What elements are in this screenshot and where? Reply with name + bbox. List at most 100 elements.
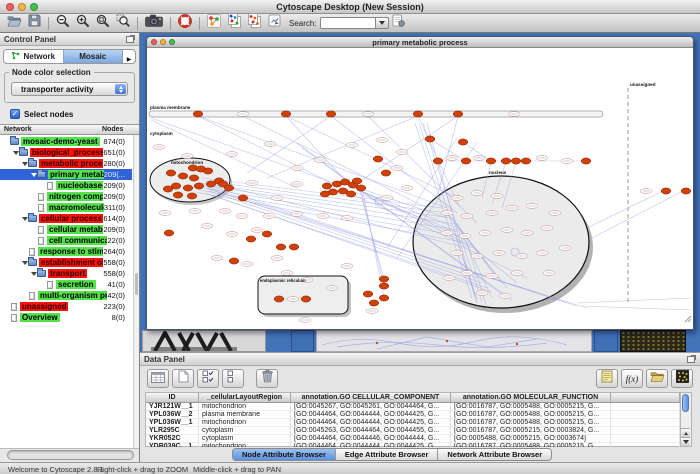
highlighted-gene-node[interactable] bbox=[183, 185, 193, 191]
tree-row[interactable]: mosaic-demo-yeast874(0) bbox=[0, 136, 132, 147]
highlighted-gene-node[interactable] bbox=[246, 236, 256, 242]
expand-triangle-icon[interactable] bbox=[21, 261, 28, 265]
highlighted-gene-node[interactable] bbox=[581, 158, 591, 164]
graph-edge[interactable] bbox=[592, 191, 683, 238]
scroll-up-button[interactable] bbox=[681, 428, 690, 437]
float-panel-icon[interactable] bbox=[126, 35, 135, 43]
expand-triangle-icon[interactable] bbox=[12, 151, 19, 155]
merge-union-button[interactable] bbox=[224, 15, 244, 32]
expand-triangle-icon[interactable] bbox=[30, 272, 37, 276]
column-header-nodes[interactable]: Nodes bbox=[102, 126, 139, 133]
merge-intersect-button[interactable] bbox=[244, 15, 264, 32]
tab-edge-attribute-browser[interactable]: Edge Attribute Browser bbox=[335, 449, 437, 460]
graph-edge[interactable] bbox=[587, 191, 663, 228]
background-window-overview[interactable] bbox=[142, 330, 266, 352]
highlighted-gene-node[interactable] bbox=[413, 111, 423, 117]
highlighted-gene-node[interactable] bbox=[453, 111, 463, 117]
highlighted-gene-node[interactable] bbox=[486, 158, 496, 164]
tree-row[interactable]: biological_process651(0) bbox=[0, 147, 132, 158]
highlighted-gene-node[interactable] bbox=[320, 191, 330, 197]
highlighted-gene-node[interactable] bbox=[681, 188, 691, 194]
highlighted-gene-node[interactable] bbox=[274, 296, 284, 302]
tab-node-attribute-browser[interactable]: Node Attribute Browser bbox=[233, 449, 335, 460]
highlighted-gene-node[interactable] bbox=[511, 158, 521, 164]
graph-edge[interactable] bbox=[368, 116, 477, 223]
highlighted-gene-node[interactable] bbox=[189, 175, 199, 181]
tree-row[interactable]: cellular metabo209(0) bbox=[0, 224, 132, 235]
scroll-down-button[interactable] bbox=[681, 437, 690, 446]
node-color-dropdown[interactable]: transporter activity bbox=[11, 82, 128, 96]
highlighted-gene-node[interactable] bbox=[194, 183, 204, 189]
network-window-titlebar[interactable]: primary metabolic process bbox=[147, 37, 693, 48]
highlighted-gene-node[interactable] bbox=[425, 136, 435, 142]
tree-row[interactable]: macromolecule311(0) bbox=[0, 202, 132, 213]
delete-attribute-button[interactable] bbox=[256, 369, 278, 388]
select-nodes-checkbox[interactable]: ✓ bbox=[10, 109, 20, 119]
search-configure-button[interactable] bbox=[389, 15, 409, 32]
network-report-button[interactable] bbox=[264, 15, 284, 32]
tree-row[interactable]: Overview8(0) bbox=[0, 312, 132, 323]
table-row[interactable]: YPL036W__2plasma membrane[GO:0044464, GO… bbox=[146, 411, 680, 419]
tree-row[interactable]: primary metabol209(... bbox=[0, 169, 132, 180]
zoom-selected-button[interactable] bbox=[113, 15, 133, 32]
tree-row[interactable]: secretion41(0) bbox=[0, 279, 132, 290]
highlighted-gene-node[interactable] bbox=[322, 183, 332, 189]
highlighted-gene-node[interactable] bbox=[458, 139, 468, 145]
tree-row[interactable]: unassigned223(0) bbox=[0, 301, 132, 312]
highlighted-gene-node[interactable] bbox=[206, 181, 216, 187]
highlighted-gene-node[interactable] bbox=[301, 296, 311, 302]
network-graph[interactable]: plasma membranecytoplasmmitochondrionnuc… bbox=[147, 48, 693, 329]
unselect-attributes-button[interactable] bbox=[222, 369, 244, 388]
highlighted-gene-node[interactable] bbox=[373, 156, 383, 162]
attribute-matrix-button[interactable] bbox=[671, 369, 693, 388]
zoom-out-button[interactable] bbox=[53, 15, 73, 32]
tree-row[interactable]: transport558(0) bbox=[0, 268, 132, 279]
tree-row[interactable]: nucleobase-209(0) bbox=[0, 180, 132, 191]
column-header[interactable]: annotation.GO MOLECULAR_FUNCTION bbox=[451, 393, 611, 403]
highlighted-gene-node[interactable] bbox=[369, 300, 379, 306]
search-input[interactable] bbox=[320, 17, 376, 29]
scrollbar-thumb[interactable] bbox=[135, 273, 138, 295]
highlighted-gene-node[interactable] bbox=[433, 158, 443, 164]
resize-grip-icon[interactable] bbox=[683, 310, 692, 328]
highlighted-gene-node[interactable] bbox=[229, 258, 239, 264]
highlighted-gene-node[interactable] bbox=[289, 244, 299, 250]
tree-row[interactable]: cell communicat22(0) bbox=[0, 235, 132, 246]
expand-triangle-icon[interactable] bbox=[30, 173, 37, 177]
highlighted-gene-node[interactable] bbox=[178, 173, 188, 179]
highlighted-gene-node[interactable] bbox=[281, 111, 291, 117]
float-panel-icon[interactable] bbox=[687, 355, 696, 363]
attribute-table-button[interactable] bbox=[147, 369, 169, 388]
tree-row[interactable]: multi-organism pro42(0) bbox=[0, 290, 132, 301]
help-button[interactable] bbox=[175, 15, 195, 32]
highlighted-gene-node[interactable] bbox=[661, 188, 671, 194]
table-row[interactable]: YPL036W__1mitochondrion[GO:0044464, GO:0… bbox=[146, 419, 680, 427]
open-session-button[interactable] bbox=[4, 15, 24, 32]
highlighted-gene-node[interactable] bbox=[326, 111, 336, 117]
highlighted-gene-node[interactable] bbox=[363, 291, 373, 297]
highlighted-gene-node[interactable] bbox=[166, 170, 176, 176]
tree-scrollbar[interactable] bbox=[133, 135, 139, 448]
highlighted-gene-node[interactable] bbox=[163, 186, 173, 192]
highlighted-gene-node[interactable] bbox=[461, 158, 471, 164]
highlighted-gene-node[interactable] bbox=[262, 231, 272, 237]
highlighted-gene-node[interactable] bbox=[381, 170, 391, 176]
highlighted-gene-node[interactable] bbox=[238, 195, 248, 201]
more-tabs-button[interactable] bbox=[122, 50, 135, 63]
highlighted-gene-node[interactable] bbox=[356, 185, 366, 191]
background-window-matrix[interactable] bbox=[620, 330, 686, 352]
tree-row[interactable]: nitrogen compo209(0) bbox=[0, 191, 132, 202]
highlighted-gene-node[interactable] bbox=[203, 168, 213, 174]
tab-network-attribute-browser[interactable]: Network Attribute Browser bbox=[437, 449, 551, 460]
graph-edge[interactable] bbox=[577, 298, 692, 303]
background-window-edge[interactable] bbox=[594, 330, 618, 352]
highlighted-gene-node[interactable] bbox=[224, 185, 234, 191]
highlighted-gene-node[interactable] bbox=[193, 111, 203, 117]
graph-edge[interactable] bbox=[286, 116, 457, 198]
table-row[interactable]: YLR295Ccytoplasm[GO:0045263, GO:0044464,… bbox=[146, 427, 680, 435]
background-window-edge[interactable] bbox=[291, 330, 314, 352]
zoom-in-button[interactable] bbox=[73, 15, 93, 32]
highlighted-gene-node[interactable] bbox=[352, 178, 362, 184]
highlighted-gene-node[interactable] bbox=[379, 276, 389, 282]
tree-row[interactable]: response to stimulu264(0) bbox=[0, 246, 132, 257]
